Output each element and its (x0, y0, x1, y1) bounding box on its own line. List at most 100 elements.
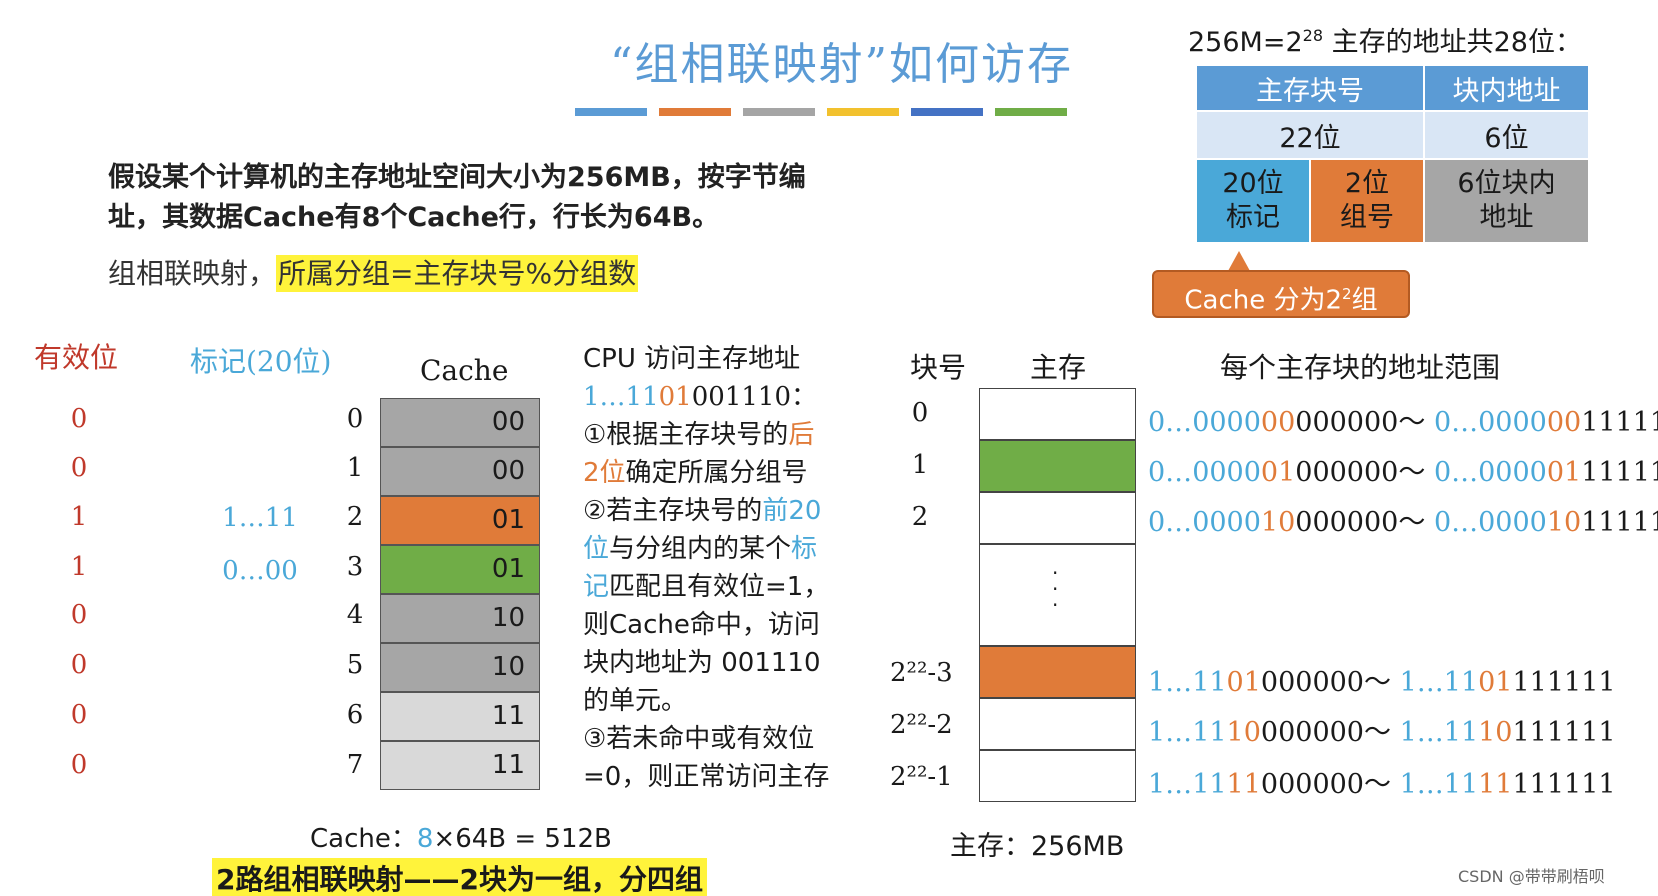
memory-block (979, 492, 1136, 544)
range-separator: ～ (1398, 457, 1434, 488)
cache-line: 10 (380, 643, 540, 692)
title-bar (659, 108, 731, 116)
range-offset: 000000 (1295, 457, 1399, 488)
range-part: 0… (1433, 507, 1479, 538)
range-offset: 111111 (1512, 769, 1616, 800)
range-group-bits: 10 (1260, 507, 1296, 538)
address-range-row: 0…000010000000～ 0…000010111111 (1148, 500, 1658, 539)
valid-bit: 0 (70, 700, 88, 730)
step-2-line-3: 记匹配且有效位=1， (583, 568, 829, 606)
title-bar (995, 108, 1067, 116)
memory-block (979, 388, 1136, 440)
cpu-address: 1…1101001110： (583, 378, 829, 416)
memory-block (979, 440, 1136, 492)
step-1-highlight: 后 (788, 420, 815, 450)
range-separator: ～ (1363, 667, 1400, 698)
address-range-row: 1…1110000000～ 1…1110111111 (1148, 710, 1616, 749)
range-part: 0… (1148, 457, 1193, 488)
range-group-bits: 01 (1478, 667, 1513, 698)
group-field-bits: 2位 (1344, 168, 1390, 199)
tag-value: 1…11 (222, 503, 298, 533)
step-2-text: ②若主存块号的 (583, 496, 763, 526)
tag-field-bits: 20位 (1222, 168, 1284, 199)
cache-line-index: 7 (346, 750, 364, 780)
range-part: 11 (1192, 667, 1227, 698)
cache-group-number: 10 (491, 652, 525, 682)
cache-group-number: 11 (491, 750, 525, 780)
cache-group-number: 01 (491, 554, 525, 584)
address-header-sup: 28 (1302, 26, 1323, 45)
range-group-bits: 01 (1546, 457, 1582, 488)
cpu-address-group: 01 (658, 382, 692, 412)
memory-header: 主存 (1030, 351, 1087, 384)
step-2-bits: 位 (583, 534, 610, 564)
title-bar (911, 108, 983, 116)
memory-block (979, 750, 1136, 802)
range-offset: 000000 (1295, 507, 1399, 538)
title-bar (575, 108, 647, 116)
range-part: 11 (1443, 769, 1479, 800)
range-part: 1… (1399, 667, 1444, 698)
offset-field-line1: 6位块内 (1457, 168, 1556, 199)
valid-bit-header: 有效位 (34, 341, 119, 374)
step-2-match: 匹配且有效位=1， (609, 572, 830, 602)
title-color-bars (575, 108, 1095, 116)
cache-line: 11 (380, 692, 540, 741)
step-2-highlight: 前20 (762, 496, 822, 526)
range-offset: 000000 (1260, 717, 1364, 748)
range-separator: ～ (1363, 717, 1400, 748)
cpu-address-offset: 001110 (691, 382, 791, 412)
cache-line-index: 1 (346, 453, 364, 483)
block-number-header: 主存块号 (1195, 64, 1425, 112)
range-offset: 111111 (1512, 667, 1616, 698)
tag-field-label: 标记 (1226, 202, 1280, 233)
range-part: 0… (1148, 407, 1193, 438)
range-part: 1… (1399, 717, 1444, 748)
memory-block-index: 2²²-3 (890, 658, 953, 688)
cache-line: 10 (380, 594, 540, 643)
step-1-text: ①根据主存块号的 (583, 420, 789, 450)
cache-group-number: 00 (491, 456, 525, 486)
range-separator: ～ (1398, 407, 1434, 438)
block-offset-bits: 6位 (1423, 110, 1590, 160)
memory-block-index: 2²²-1 (890, 762, 953, 792)
valid-bit: 0 (70, 600, 88, 630)
intro-line-1: 假设某个计算机的主存地址空间大小为256MB，按字节编 (108, 162, 806, 193)
step-2-mid: 与分组内的某个 (609, 534, 792, 564)
cpu-address-colon: ： (791, 382, 818, 412)
memory-block (979, 646, 1136, 698)
cache-size-lines: 8 (416, 824, 434, 854)
step-2-tag-a: 标 (791, 534, 818, 564)
offset-field: 6位块内 地址 (1423, 158, 1590, 244)
range-offset: 111111 (1581, 457, 1658, 488)
range-offset: 000000 (1260, 769, 1364, 800)
cache-line: 01 (380, 545, 540, 594)
range-group-bits: 11 (1478, 769, 1513, 800)
block-number-bits: 22位 (1195, 110, 1425, 160)
memory-block-index: 2²²-2 (890, 710, 953, 740)
step-1-rest: 确定所属分组号 (625, 458, 808, 488)
range-part: 0… (1433, 407, 1479, 438)
cache-line-index: 4 (346, 600, 364, 630)
range-part: 0000 (1478, 407, 1547, 438)
range-group-bits: 01 (1260, 457, 1296, 488)
cache-group-number: 01 (491, 505, 525, 535)
range-offset: 000000 (1260, 667, 1364, 698)
cache-size-rest: ×64B = 512B (433, 824, 612, 854)
step-2-line-2: 位与分组内的某个标 (583, 530, 829, 568)
valid-bit: 0 (70, 453, 88, 483)
callout-post: 组 (1351, 285, 1378, 316)
cache-group-number: 00 (491, 407, 525, 437)
address-panel-header: 256M=228 主存的地址共28位： (1188, 20, 1582, 59)
memory-block-index: 1 (911, 450, 929, 480)
tag-field: 20位 标记 (1195, 158, 1311, 244)
callout-pointer (1228, 251, 1250, 271)
memory-block-index: 2 (911, 502, 929, 532)
range-offset: 111111 (1512, 717, 1616, 748)
range-part: 1… (1148, 667, 1193, 698)
block-offset-header: 块内地址 (1423, 64, 1590, 112)
cache-line-index: 6 (346, 700, 364, 730)
address-range-row: 0…000000000000～ 0…000000111111 (1148, 400, 1658, 439)
step-1-line-1: ①根据主存块号的后 (583, 416, 829, 454)
cache-size-label: Cache： (310, 824, 417, 854)
